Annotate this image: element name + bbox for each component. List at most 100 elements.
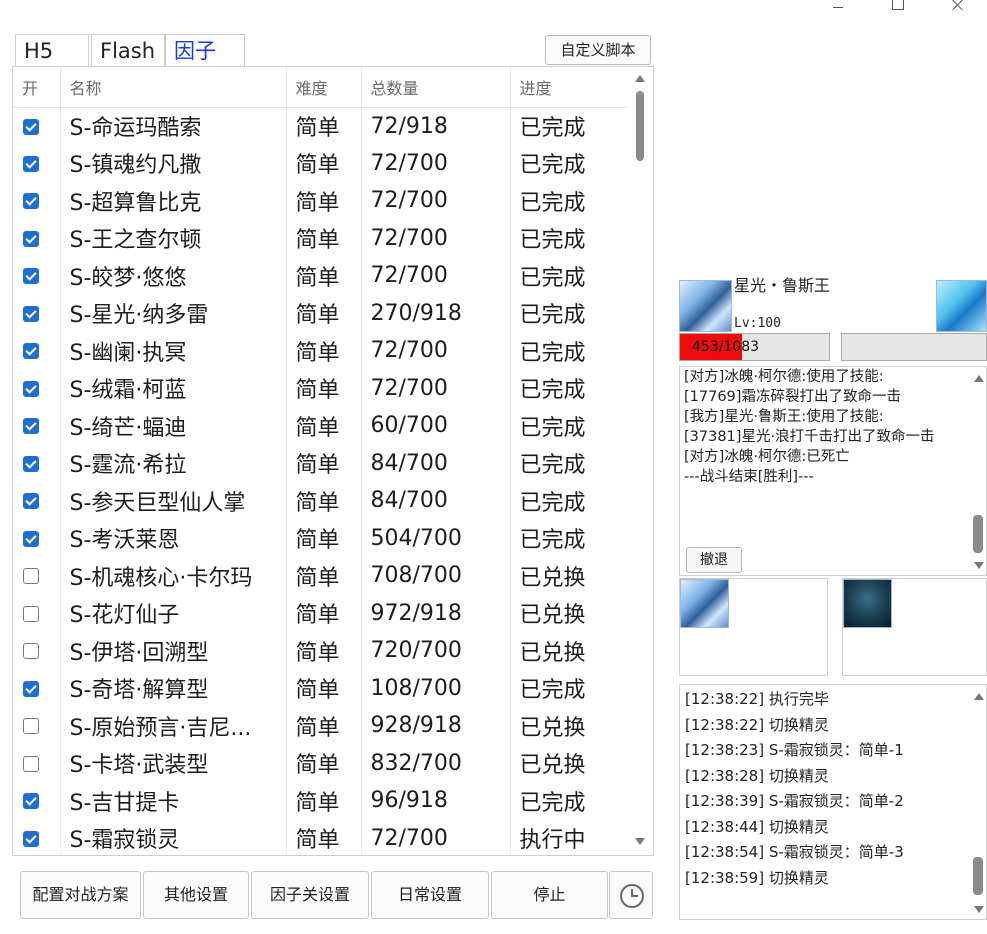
row-checkbox[interactable] <box>23 680 39 697</box>
row-count: 720/700 <box>361 632 511 670</box>
row-checkbox[interactable] <box>23 830 39 847</box>
battle-log-scrollbar[interactable] <box>972 367 986 575</box>
table-row[interactable]: S-奇塔·解算型 简单 108/700 已完成 <box>13 669 629 707</box>
column-header-count[interactable]: 总数量 <box>361 67 511 108</box>
row-difficulty: 简单 <box>286 707 362 745</box>
table-row[interactable]: S-绒霜·柯蓝 简单 72/700 已完成 <box>13 369 629 407</box>
tab-factor[interactable]: 因子 <box>165 34 245 66</box>
table-row[interactable]: S-幽阑·执冥 简单 72/700 已完成 <box>13 332 629 370</box>
enemy-team-pet-portrait[interactable] <box>843 579 892 628</box>
row-checkbox[interactable] <box>23 718 39 735</box>
scroll-thumb[interactable] <box>973 515 983 553</box>
row-checkbox[interactable] <box>23 568 39 585</box>
table-row[interactable]: S-吉甘提卡 简单 96/918 已完成 <box>13 782 629 820</box>
row-checkbox-cell <box>13 144 61 182</box>
scroll-thumb[interactable] <box>973 857 983 895</box>
row-checkbox[interactable] <box>23 305 39 322</box>
table-scrollbar[interactable] <box>627 67 653 855</box>
row-checkbox-cell <box>13 444 61 482</box>
row-checkbox[interactable] <box>23 493 39 510</box>
row-count: 84/700 <box>361 482 511 520</box>
scroll-up-icon[interactable] <box>974 693 984 700</box>
row-checkbox[interactable] <box>23 455 39 472</box>
table-row[interactable]: S-考沃莱恩 简单 504/700 已完成 <box>13 519 629 557</box>
row-progress: 已完成 <box>510 407 629 445</box>
row-checkbox[interactable] <box>23 193 39 210</box>
enemy-pet-portrait <box>936 280 987 332</box>
row-checkbox[interactable] <box>23 230 39 247</box>
row-checkbox[interactable] <box>23 643 39 660</box>
column-header-progress[interactable]: 进度 <box>510 67 629 108</box>
row-name: S-原始预言·吉尼... <box>60 707 287 745</box>
row-count: 928/918 <box>361 707 511 745</box>
custom-script-button[interactable]: 自定义脚本 <box>545 35 651 65</box>
table-row[interactable]: S-机魂核心·卡尔玛 简单 708/700 已兑换 <box>13 557 629 595</box>
row-difficulty: 简单 <box>286 107 362 145</box>
table-row[interactable]: S-霆流·希拉 简单 84/700 已完成 <box>13 444 629 482</box>
battle-log-line: [37381]星光·浪打千击打出了致命一击 <box>684 429 935 445</box>
row-checkbox[interactable] <box>23 343 39 360</box>
table-row[interactable]: S-参天巨型仙人掌 简单 84/700 已完成 <box>13 482 629 520</box>
retreat-button[interactable]: 撤退 <box>686 547 742 573</box>
stop-button[interactable]: 停止 <box>491 871 608 919</box>
row-checkbox[interactable] <box>23 268 39 285</box>
column-header-difficulty[interactable]: 难度 <box>286 67 362 108</box>
scroll-up-icon[interactable] <box>974 375 984 382</box>
tab-flash[interactable]: Flash <box>91 34 165 66</box>
maximize-icon[interactable] <box>867 0 927 16</box>
row-checkbox[interactable] <box>23 530 39 547</box>
table-row[interactable]: S-花灯仙子 简单 972/918 已兑换 <box>13 594 629 632</box>
table-row[interactable]: S-卡塔·武装型 简单 832/700 已兑换 <box>13 744 629 782</box>
row-name: S-超算鲁比克 <box>60 182 287 220</box>
scroll-down-icon[interactable] <box>635 838 645 845</box>
battle-plan-button[interactable]: 配置对战方案 <box>20 871 141 919</box>
row-name: S-奇塔·解算型 <box>60 669 287 707</box>
row-checkbox[interactable] <box>23 793 39 810</box>
column-header-name[interactable]: 名称 <box>60 67 287 108</box>
table-row[interactable]: S-霜寂锁灵 简单 72/700 执行中 <box>13 819 629 855</box>
row-checkbox[interactable] <box>23 118 39 135</box>
row-checkbox[interactable] <box>23 418 39 435</box>
row-count: 832/700 <box>361 744 511 782</box>
row-checkbox[interactable] <box>23 155 39 172</box>
table-row[interactable]: S-镇魂约凡撒 简单 72/700 已完成 <box>13 144 629 182</box>
factor-table: 开 名称 难度 总数量 进度 S-命运玛酷索 简单 72/918 已完成 S-镇魂约凡撒… <box>12 66 654 856</box>
table-row[interactable]: S-皎梦·悠悠 简单 72/700 已完成 <box>13 257 629 295</box>
close-icon[interactable] <box>927 0 987 16</box>
table-row[interactable]: S-伊塔·回溯型 简单 720/700 已兑换 <box>13 632 629 670</box>
row-progress: 已完成 <box>510 369 629 407</box>
row-progress: 已兑换 <box>510 557 629 595</box>
enemy-hp-bar <box>841 333 987 361</box>
scroll-up-icon[interactable] <box>635 75 645 82</box>
row-progress: 已完成 <box>510 482 629 520</box>
table-row[interactable]: S-命运玛酷索 简单 72/918 已完成 <box>13 107 629 145</box>
schedule-button[interactable] <box>609 871 653 919</box>
row-difficulty: 简单 <box>286 557 362 595</box>
run-log-line: [12:38:22] 切换精灵 <box>685 715 829 734</box>
row-checkbox[interactable] <box>23 380 39 397</box>
tab-h5[interactable]: H5 <box>15 34 89 66</box>
row-count: 72/700 <box>361 819 511 855</box>
run-log-scrollbar[interactable] <box>972 685 986 919</box>
column-header-enabled[interactable]: 开 <box>13 67 61 108</box>
table-row[interactable]: S-原始预言·吉尼... 简单 928/918 已兑换 <box>13 707 629 745</box>
scroll-down-icon[interactable] <box>974 906 984 913</box>
row-checkbox-cell <box>13 182 61 220</box>
table-row[interactable]: S-超算鲁比克 简单 72/700 已完成 <box>13 182 629 220</box>
minimize-icon[interactable] <box>807 0 867 16</box>
row-progress: 已完成 <box>510 294 629 332</box>
daily-settings-button[interactable]: 日常设置 <box>371 871 489 919</box>
factor-level-settings-button[interactable]: 因子关设置 <box>251 871 369 919</box>
row-checkbox-cell <box>13 407 61 445</box>
table-row[interactable]: S-星光·纳多雷 简单 270/918 已完成 <box>13 294 629 332</box>
team-pet-portrait[interactable] <box>680 579 729 628</box>
row-checkbox[interactable] <box>23 755 39 772</box>
table-row[interactable]: S-王之查尔顿 简单 72/700 已完成 <box>13 219 629 257</box>
scroll-thumb[interactable] <box>636 91 644 161</box>
scroll-down-icon[interactable] <box>974 562 984 569</box>
row-checkbox[interactable] <box>23 605 39 622</box>
my-pet-portrait <box>679 280 732 332</box>
other-settings-button[interactable]: 其他设置 <box>143 871 249 919</box>
row-checkbox-cell <box>13 107 61 145</box>
table-row[interactable]: S-绮芒·蝠迪 简单 60/700 已完成 <box>13 407 629 445</box>
